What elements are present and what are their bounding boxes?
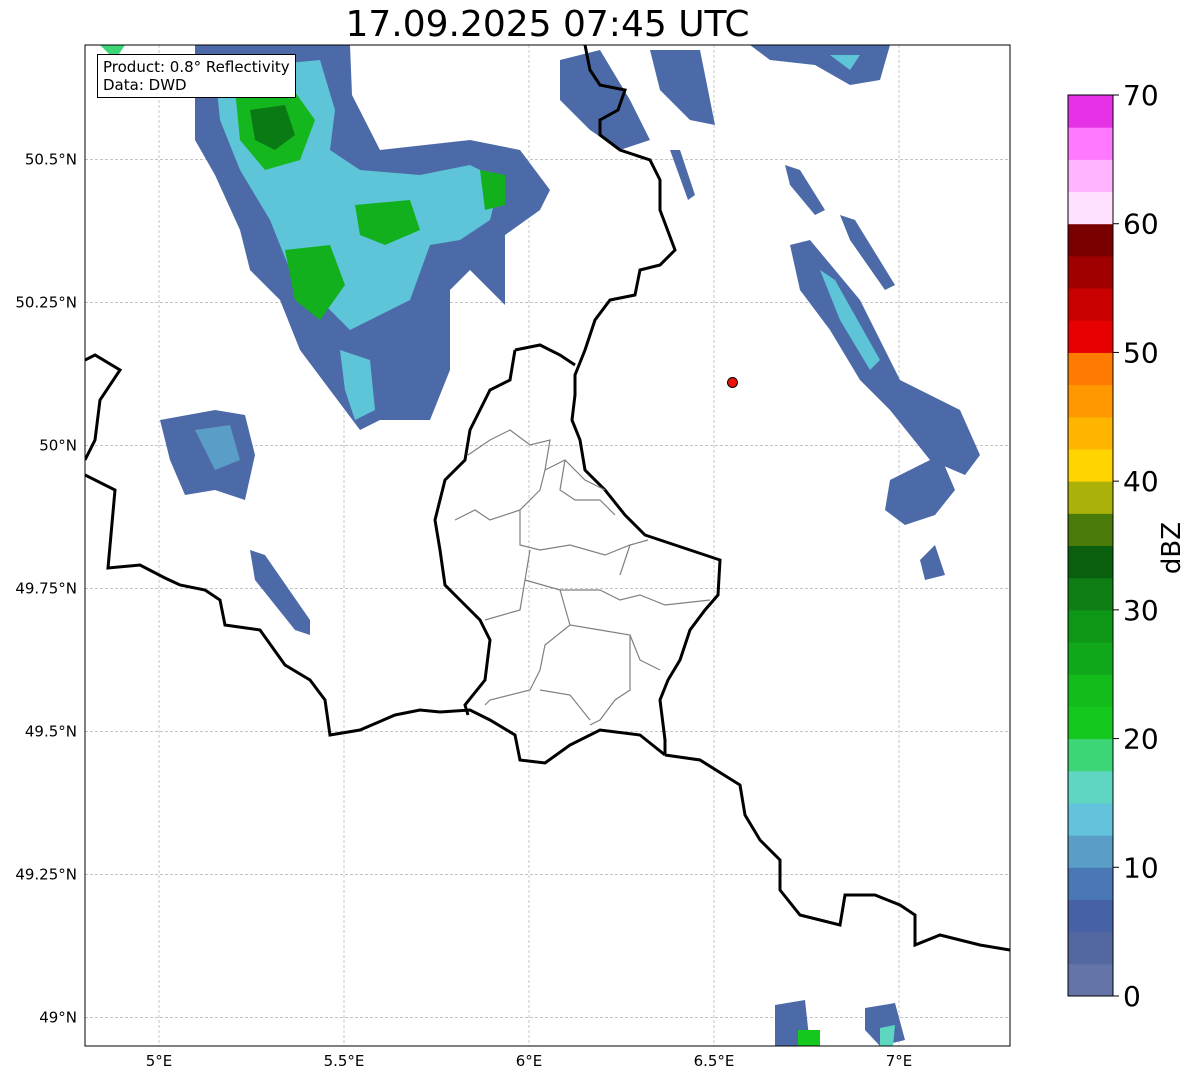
colorbar-cell — [1068, 674, 1113, 707]
colorbar-cell — [1068, 127, 1113, 160]
colorbar-cell — [1068, 545, 1113, 579]
colorbar-cell — [1068, 352, 1113, 386]
colorbar-cell — [1068, 159, 1113, 193]
colorbar-ticks: 0 10 20 30 40 50 60 70 — [1113, 79, 1159, 1013]
colorbar-tick-label: 60 — [1123, 208, 1159, 241]
colorbar-cell — [1068, 577, 1113, 611]
colorbar-tick-label: 70 — [1123, 79, 1159, 112]
colorbar-cell — [1068, 416, 1113, 450]
colorbar-cell — [1068, 481, 1113, 514]
colorbar-cell — [1068, 95, 1113, 128]
colorbar-cell — [1068, 448, 1113, 482]
colorbar-cell — [1068, 899, 1113, 933]
colorbar-cell — [1068, 609, 1113, 643]
colorbar-cell — [1068, 706, 1113, 740]
colorbar-cell — [1068, 738, 1113, 772]
colorbar-tick-label: 0 — [1123, 980, 1141, 1013]
colorbar-tick-label: 50 — [1123, 336, 1159, 369]
colorbar-cell — [1068, 255, 1113, 289]
colorbar-cell — [1068, 223, 1113, 257]
colorbar-tick-label: 30 — [1123, 594, 1159, 627]
colorbar-label: dBZ — [1157, 522, 1187, 574]
colorbar-cell — [1068, 191, 1113, 225]
colorbar-cell — [1068, 513, 1113, 546]
colorbar-tick-label: 20 — [1123, 723, 1159, 756]
colorbar-cell — [1068, 867, 1113, 900]
colorbar-cell — [1068, 963, 1113, 997]
colorbar-tick-label: 10 — [1123, 851, 1159, 884]
colorbar: 0 10 20 30 40 50 60 70 dBZ — [1067, 79, 1187, 1013]
colorbar-cell — [1068, 320, 1113, 353]
colorbar-cells — [1068, 95, 1113, 997]
colorbar-cell — [1068, 288, 1113, 321]
colorbar-cell — [1068, 770, 1113, 804]
colorbar-tick-label: 40 — [1123, 465, 1159, 498]
colorbar-cell — [1068, 835, 1113, 868]
colorbar-cell — [1068, 642, 1113, 675]
colorbar-cell — [1068, 931, 1113, 965]
colorbar-cell — [1068, 802, 1113, 836]
colorbar-cell — [1068, 384, 1113, 418]
